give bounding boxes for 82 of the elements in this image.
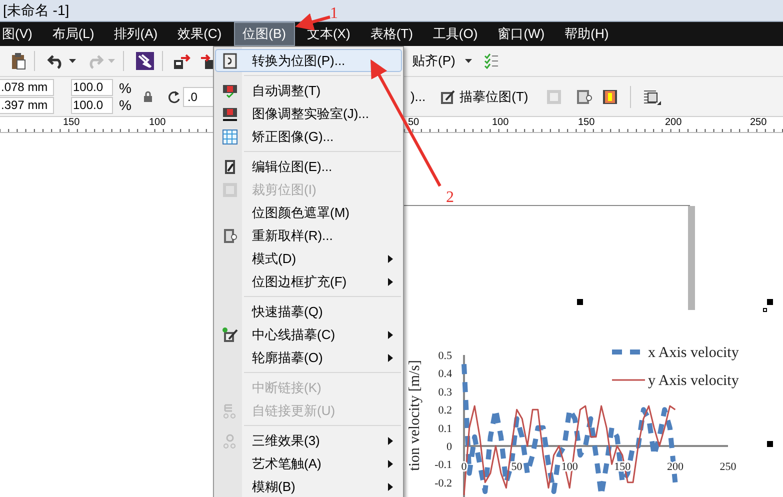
ruler-label: 50 bbox=[408, 117, 420, 128]
resample-icon bbox=[576, 88, 592, 104]
menu-item[interactable]: 艺术笔触(A) bbox=[215, 452, 402, 475]
save-arrow-icon bbox=[173, 52, 191, 70]
input-field[interactable]: .397 mm bbox=[0, 97, 54, 114]
menu-item[interactable]: 位图颜色遮罩(M) bbox=[215, 201, 402, 224]
caret-icon bbox=[465, 59, 472, 63]
ruler-label: 100 bbox=[149, 117, 166, 128]
menu-item[interactable]: 效果(C) bbox=[170, 22, 230, 46]
snap-label[interactable]: 贴齐(P) bbox=[412, 51, 456, 71]
window-title: [未命名 -1] bbox=[3, 1, 70, 20]
menu-item[interactable]: 图(V) bbox=[0, 22, 40, 46]
menu-item-icon bbox=[222, 128, 238, 144]
caret-icon bbox=[108, 59, 115, 63]
tick-label: 0.2 bbox=[438, 404, 452, 417]
submenu-arrow-icon bbox=[388, 331, 393, 339]
tick-label: 200 bbox=[666, 461, 684, 473]
menu-item[interactable]: 位图(B) bbox=[234, 22, 295, 46]
tick-label: 0.1 bbox=[438, 422, 452, 435]
percent-label: % bbox=[119, 96, 132, 114]
tick-label: 0.4 bbox=[438, 368, 452, 380]
menu-item-icon bbox=[222, 402, 238, 418]
menu-item[interactable]: 位图边框扩充(F) bbox=[215, 270, 402, 293]
menu-item[interactable]: 轮廓描摹(O) bbox=[215, 346, 402, 369]
selection-handle[interactable] bbox=[577, 299, 583, 305]
tick-label: 0 bbox=[446, 441, 452, 453]
input-field[interactable]: 100.0 bbox=[71, 79, 113, 96]
menu-item[interactable]: 工具(O) bbox=[424, 22, 486, 46]
tick-label: -0.1 bbox=[434, 459, 452, 472]
tick-label: 0.3 bbox=[438, 386, 452, 398]
ruler-label: 250 bbox=[750, 117, 767, 128]
import-icon bbox=[136, 52, 154, 70]
tick-label: 250 bbox=[720, 461, 736, 473]
submenu-arrow-icon bbox=[388, 278, 393, 286]
menu-item[interactable]: 编辑位图(E)... bbox=[215, 155, 402, 178]
tick-label: 50 bbox=[511, 461, 522, 473]
menu-item[interactable]: 模糊(B) bbox=[215, 475, 402, 497]
ruler-label: 100 bbox=[492, 117, 509, 128]
input-field[interactable]: .078 mm bbox=[0, 79, 54, 96]
trace-icon bbox=[440, 88, 456, 104]
legend-label: x Axis velocity bbox=[648, 345, 739, 361]
ruler-label: 150 bbox=[63, 117, 80, 128]
selection-handle[interactable] bbox=[767, 441, 773, 447]
submenu-arrow-icon bbox=[388, 255, 393, 263]
menu-item[interactable]: 排列(A) bbox=[106, 22, 166, 46]
crop-icon bbox=[546, 88, 562, 104]
submenu-arrow-icon bbox=[388, 460, 393, 468]
percent-label: % bbox=[119, 80, 132, 96]
input-field[interactable]: 100.0 bbox=[71, 97, 113, 114]
ruler-label: 150 bbox=[578, 117, 595, 128]
annotation-label: 1 bbox=[330, 5, 338, 22]
menu-item[interactable]: 转换为位图(P)... bbox=[215, 49, 402, 72]
menu-item-icon bbox=[222, 228, 238, 244]
toolbar-text: )... bbox=[410, 88, 426, 106]
legend-label: y Axis velocity bbox=[648, 373, 739, 389]
frame-icon bbox=[602, 88, 618, 104]
menu-item[interactable]: 三维效果(3) bbox=[215, 429, 402, 452]
menu-item-icon bbox=[222, 432, 238, 448]
submenu-arrow-icon bbox=[388, 483, 393, 491]
menu-item-icon bbox=[222, 158, 238, 174]
submenu-arrow-icon bbox=[388, 354, 393, 362]
checklist-icon bbox=[484, 53, 498, 69]
annotation-label: 2 bbox=[446, 189, 454, 206]
trace-bitmap-button[interactable]: 描摹位图(T) bbox=[440, 86, 528, 106]
axis-title: tion velocity [m/s] bbox=[407, 360, 423, 471]
menu-item-icon bbox=[222, 52, 238, 68]
rotate-icon bbox=[167, 90, 182, 104]
menu-item[interactable]: 快速描摹(Q) bbox=[215, 300, 402, 323]
caret-icon bbox=[69, 59, 76, 63]
clipboard-icon bbox=[10, 52, 26, 70]
alignment-icon bbox=[643, 88, 662, 104]
tick-label: 0.5 bbox=[438, 350, 452, 362]
menu-item[interactable]: 表格(T) bbox=[362, 22, 421, 46]
ruler-label: 200 bbox=[665, 117, 682, 128]
menu-item-icon bbox=[222, 182, 238, 198]
tick-label: -0.2 bbox=[434, 477, 452, 490]
menu-item[interactable]: 帮助(H) bbox=[556, 22, 617, 46]
menu-item[interactable]: 布局(L) bbox=[44, 22, 102, 46]
submenu-arrow-icon bbox=[388, 437, 393, 445]
menu-item[interactable]: 窗口(W) bbox=[490, 22, 553, 46]
menu-item[interactable]: 模式(D) bbox=[215, 247, 402, 270]
lock-icon bbox=[143, 91, 154, 102]
